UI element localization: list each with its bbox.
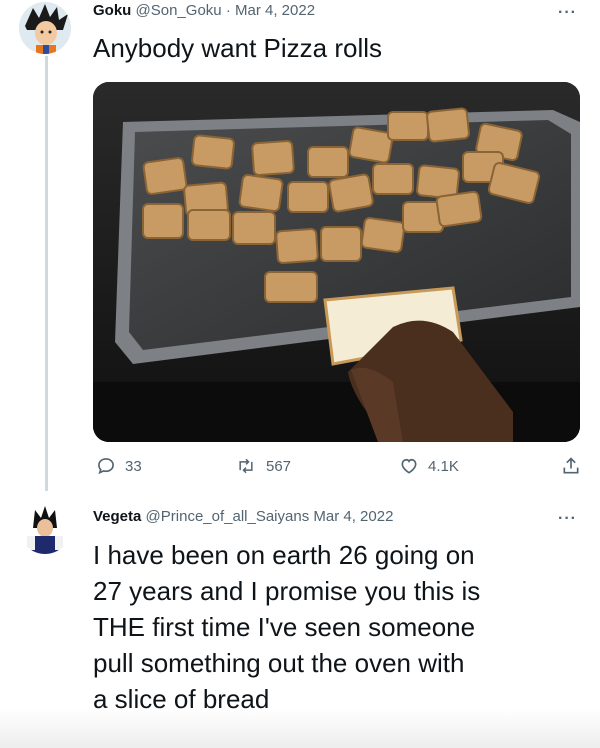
tweet-goku[interactable]: Goku @Son_Goku · Mar 4, 2022 ··· Anybody… (0, 0, 600, 491)
tweet-header: Goku @Son_Goku · Mar 4, 2022 (93, 2, 315, 19)
reply-button[interactable]: 33 (96, 456, 142, 476)
more-icon[interactable]: ··· (558, 5, 577, 21)
tweet-header: Vegeta @Prince_of_all_Saiyans Mar 4, 202… (93, 508, 393, 525)
thread-line (45, 56, 48, 491)
share-icon (563, 457, 579, 474)
tweet-text-line: pull something out the oven with (93, 648, 465, 678)
tweet-text-line: THE first time I've seen someone (93, 612, 476, 642)
user-handle[interactable]: @Son_Goku (136, 2, 222, 19)
display-name[interactable]: Goku (93, 2, 131, 19)
tweet-text-line: I have been on earth 26 going on (93, 540, 475, 570)
tweet-text: I have been on earth 26 going on 27 year… (93, 537, 480, 717)
photo-oven-pizza-rolls (93, 82, 580, 442)
tweet-actions: 33 567 4.1K (93, 456, 583, 480)
display-name[interactable]: Vegeta (93, 508, 141, 525)
vegeta-avatar-image (19, 502, 71, 554)
reply-count: 33 (125, 457, 142, 475)
share-button[interactable] (561, 456, 581, 476)
separator: · (225, 2, 231, 19)
tweet-photo[interactable] (93, 82, 580, 442)
retweet-button[interactable]: 567 (235, 456, 291, 476)
tweet-date[interactable]: Mar 4, 2022 (235, 2, 315, 19)
reply-icon (98, 458, 114, 475)
like-count: 4.1K (428, 457, 459, 475)
tweet-text-line: 27 years and I promise you this is (93, 576, 481, 606)
retweet-icon (239, 458, 253, 474)
user-handle[interactable]: @Prince_of_all_Saiyans (146, 508, 310, 525)
retweet-count: 567 (266, 457, 292, 475)
tweet-date[interactable]: Mar 4, 2022 (313, 508, 393, 525)
like-button[interactable]: 4.1K (399, 456, 459, 476)
avatar[interactable] (19, 2, 71, 54)
avatar[interactable] (19, 502, 71, 554)
more-icon[interactable]: ··· (558, 511, 577, 527)
like-icon (401, 458, 417, 474)
tweet-text: Anybody want Pizza rolls (93, 33, 383, 63)
goku-avatar-image (19, 2, 71, 54)
bottom-fade (0, 708, 600, 748)
